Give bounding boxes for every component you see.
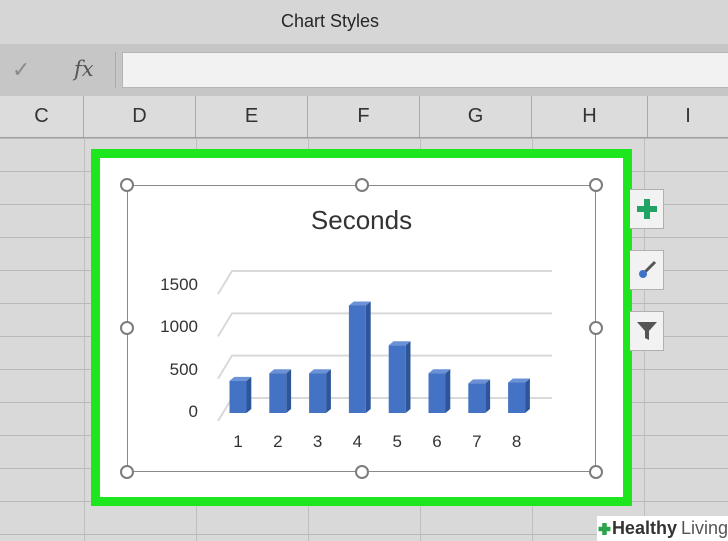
resize-handle-right[interactable]	[589, 321, 603, 335]
column-header-f[interactable]: F	[308, 96, 420, 137]
chart-filters-button[interactable]	[630, 311, 664, 351]
x-tick-label: 8	[511, 432, 522, 451]
watermark: Healthy Living	[597, 516, 728, 541]
plus-icon	[636, 199, 657, 219]
column-header-row: C D E F G H I	[0, 96, 728, 138]
column-header-d[interactable]: D	[84, 96, 196, 137]
formula-bar: ✓ fx	[0, 44, 728, 96]
resize-handle-left[interactable]	[120, 321, 134, 335]
x-tick-label: 5	[392, 432, 402, 451]
formula-input[interactable]	[122, 52, 728, 88]
x-tick-label: 2	[273, 432, 283, 451]
watermark-light-text: Living	[680, 518, 728, 538]
insert-function-icon[interactable]: fx	[74, 57, 94, 81]
resize-handle-top[interactable]	[355, 178, 369, 192]
x-tick-label: 3	[312, 432, 323, 451]
resize-handle-bottom[interactable]	[355, 465, 369, 479]
resize-handle-top-right[interactable]	[589, 178, 603, 192]
window-title: Chart Styles	[280, 11, 380, 31]
healthy-living-logo-icon	[598, 522, 611, 535]
enter-checkmark-icon[interactable]: ✓	[12, 57, 30, 83]
x-tick-label: 7	[472, 432, 482, 451]
y-tick-label: 500	[169, 359, 198, 379]
funnel-icon	[636, 322, 657, 340]
y-tick-label: 1000	[160, 317, 198, 337]
title-bar: Chart Styles	[0, 0, 728, 44]
x-tick-label: 4	[352, 432, 363, 451]
formula-bar-divider	[115, 52, 116, 88]
column-header-g[interactable]: G	[420, 96, 532, 137]
y-tick-label: 1500	[160, 275, 198, 294]
chart-styles-button[interactable]	[630, 250, 664, 290]
y-tick-label: 0	[188, 402, 198, 421]
paintbrush-icon	[638, 260, 656, 278]
x-tick-label: 6	[432, 432, 442, 451]
column-header-i[interactable]: I	[648, 96, 728, 137]
x-tick-label: 1	[233, 432, 243, 451]
column-header-h[interactable]: H	[532, 96, 648, 137]
resize-handle-bottom-left[interactable]	[120, 465, 134, 479]
watermark-bold-text: Healthy	[611, 518, 677, 538]
column-header-e[interactable]: E	[196, 96, 308, 137]
resize-handle-bottom-right[interactable]	[589, 465, 603, 479]
chart-title[interactable]: Seconds	[127, 205, 596, 236]
chart-elements-button[interactable]	[630, 189, 664, 229]
resize-handle-top-left[interactable]	[120, 178, 134, 192]
column-header-c[interactable]: C	[0, 96, 84, 137]
